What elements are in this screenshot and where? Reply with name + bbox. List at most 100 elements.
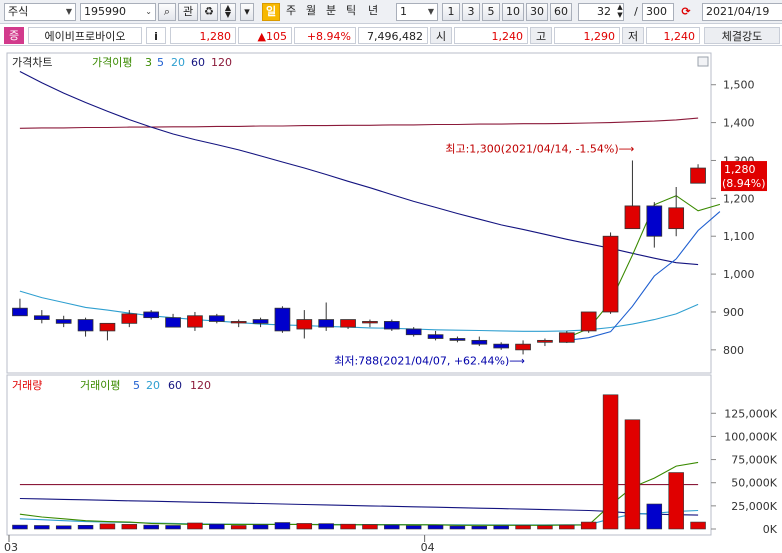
- candle-down: [55, 319, 72, 324]
- date-input[interactable]: 2021/04/19: [702, 3, 782, 21]
- candle-up: [121, 313, 138, 324]
- interval-select[interactable]: 1 ▼: [396, 3, 438, 21]
- price-tick-label: 900: [723, 306, 744, 319]
- candle-up: [558, 332, 575, 343]
- candle-down: [646, 205, 663, 237]
- volume-bar: [187, 522, 203, 530]
- stepper-icon[interactable]: ▲ ▼: [220, 3, 236, 21]
- period-day-button[interactable]: 일: [262, 3, 280, 21]
- volume-bar: [471, 525, 488, 530]
- volume-bar: [405, 525, 422, 530]
- volume-legend-item: 20: [146, 379, 160, 392]
- volume-bar: [34, 525, 50, 530]
- recycle-icon[interactable]: ♻: [200, 3, 218, 21]
- candle-up: [296, 319, 313, 330]
- interval-5-button[interactable]: 5: [482, 3, 500, 21]
- volume-tick-label: 0K: [763, 523, 778, 536]
- watchlist-button[interactable]: 관: [178, 3, 198, 21]
- volume-bar: [537, 525, 553, 530]
- candle-down: [33, 315, 50, 320]
- volume-bar: [515, 525, 531, 530]
- volume-bar: [121, 524, 138, 530]
- chevron-down-icon: ⌄: [145, 7, 152, 16]
- volume-bar: [274, 522, 291, 530]
- low-value: 1,240: [646, 27, 700, 44]
- volume-bar: [624, 419, 641, 530]
- volume-bar: [230, 525, 247, 530]
- chevron-down-icon[interactable]: ▾: [240, 3, 254, 21]
- interval-30-button[interactable]: 30: [526, 3, 548, 21]
- refresh-icon[interactable]: ⟳: [678, 3, 694, 21]
- market-badge: 증: [4, 27, 24, 44]
- volume-tick-label: 75,000K: [731, 454, 777, 467]
- volume-bar: [668, 472, 684, 530]
- price-tick-label: 1,400: [723, 117, 755, 130]
- period-year-button[interactable]: 년: [362, 3, 384, 21]
- candle-down: [274, 307, 291, 332]
- price-tick-label: 1,000: [723, 268, 755, 281]
- low-annotation: 최저:788(2021/04/07, +62.44%)⟶: [334, 354, 525, 367]
- volume-bar: [646, 503, 663, 530]
- interval-10-button[interactable]: 10: [502, 3, 524, 21]
- candle-up: [230, 321, 247, 324]
- volume-bar: [690, 521, 706, 530]
- market-select[interactable]: 주식 ▼: [4, 3, 76, 21]
- candle-down: [12, 307, 28, 317]
- high-annotation: 최고:1,300(2021/04/14, -1.54%)⟶: [445, 142, 634, 155]
- count-total-input[interactable]: 300: [642, 3, 674, 21]
- volume-bar: [580, 521, 597, 530]
- price-legend-item: 5: [157, 56, 164, 69]
- code-input[interactable]: 195990 ⌄: [80, 3, 156, 21]
- high-value: 1,290: [554, 27, 620, 44]
- period-month-button[interactable]: 월: [302, 3, 320, 21]
- info-button[interactable]: i: [146, 27, 166, 44]
- code-value: 195990: [84, 5, 126, 18]
- candle-down: [318, 319, 335, 328]
- candle-up: [624, 205, 641, 230]
- price-chart-panel: 8009001,0001,1001,2001,3001,4001,500 가격차…: [6, 52, 767, 389]
- volume-tick-label: 125,000K: [724, 407, 777, 420]
- quote-bar: 증 에이비프로바이오 i 1,280 ▲105 +8.94% 7,496,482…: [0, 24, 782, 46]
- period-tick-button[interactable]: 틱: [342, 3, 360, 21]
- candle-up: [580, 311, 597, 332]
- chevron-down-icon: ▼: [65, 7, 72, 16]
- volume-legend-item: 거래이평: [80, 379, 120, 392]
- low-label: 저: [622, 27, 644, 44]
- candle-down: [143, 311, 160, 319]
- volume-tick-label: 25,000K: [731, 500, 777, 513]
- candle-down: [383, 321, 400, 330]
- panel-menu-icon: [697, 56, 709, 67]
- x-tick-label: 04: [421, 541, 435, 553]
- volume-bar: [427, 524, 444, 530]
- volume-bar: [449, 525, 466, 530]
- period-week-button[interactable]: 주: [282, 3, 300, 21]
- stepper-icon[interactable]: ▲ ▼: [612, 3, 628, 21]
- open-value: 1,240: [454, 27, 528, 44]
- price-legend-item: 120: [211, 56, 232, 69]
- candle-up: [602, 235, 619, 313]
- toolbar: 주식 ▼ 195990 ⌄ ⌕ 관 ♻ ▲ ▼ ▾ 일 주 월 분 틱 년 1 ▼ 1 …: [0, 0, 782, 24]
- price-tick-label: 800: [723, 344, 744, 357]
- volume-value: 7,496,482: [358, 27, 428, 44]
- candle-down: [493, 343, 510, 349]
- interval-3-button[interactable]: 3: [462, 3, 480, 21]
- search-icon[interactable]: ⌕: [158, 3, 176, 21]
- candle-up: [668, 207, 685, 230]
- price-legend-item: 20: [171, 56, 185, 69]
- candle-up: [99, 322, 116, 332]
- interval-1-button[interactable]: 1: [442, 3, 460, 21]
- volume-legend-item: 60: [168, 379, 182, 392]
- volume-bar: [384, 524, 400, 530]
- stock-name[interactable]: 에이비프로바이오: [28, 27, 142, 44]
- volume-bar: [12, 524, 28, 530]
- candle-up: [362, 321, 378, 324]
- volume-bar: [362, 524, 378, 530]
- volume-bar: [143, 524, 159, 530]
- strength-label[interactable]: 체결강도: [704, 27, 780, 44]
- interval-60-button[interactable]: 60: [550, 3, 572, 21]
- volume-bar: [296, 523, 313, 530]
- volume-bar: [340, 523, 356, 530]
- price-tick-label: 1,100: [723, 230, 755, 243]
- period-minute-button[interactable]: 분: [322, 3, 340, 21]
- candle-up: [537, 339, 553, 343]
